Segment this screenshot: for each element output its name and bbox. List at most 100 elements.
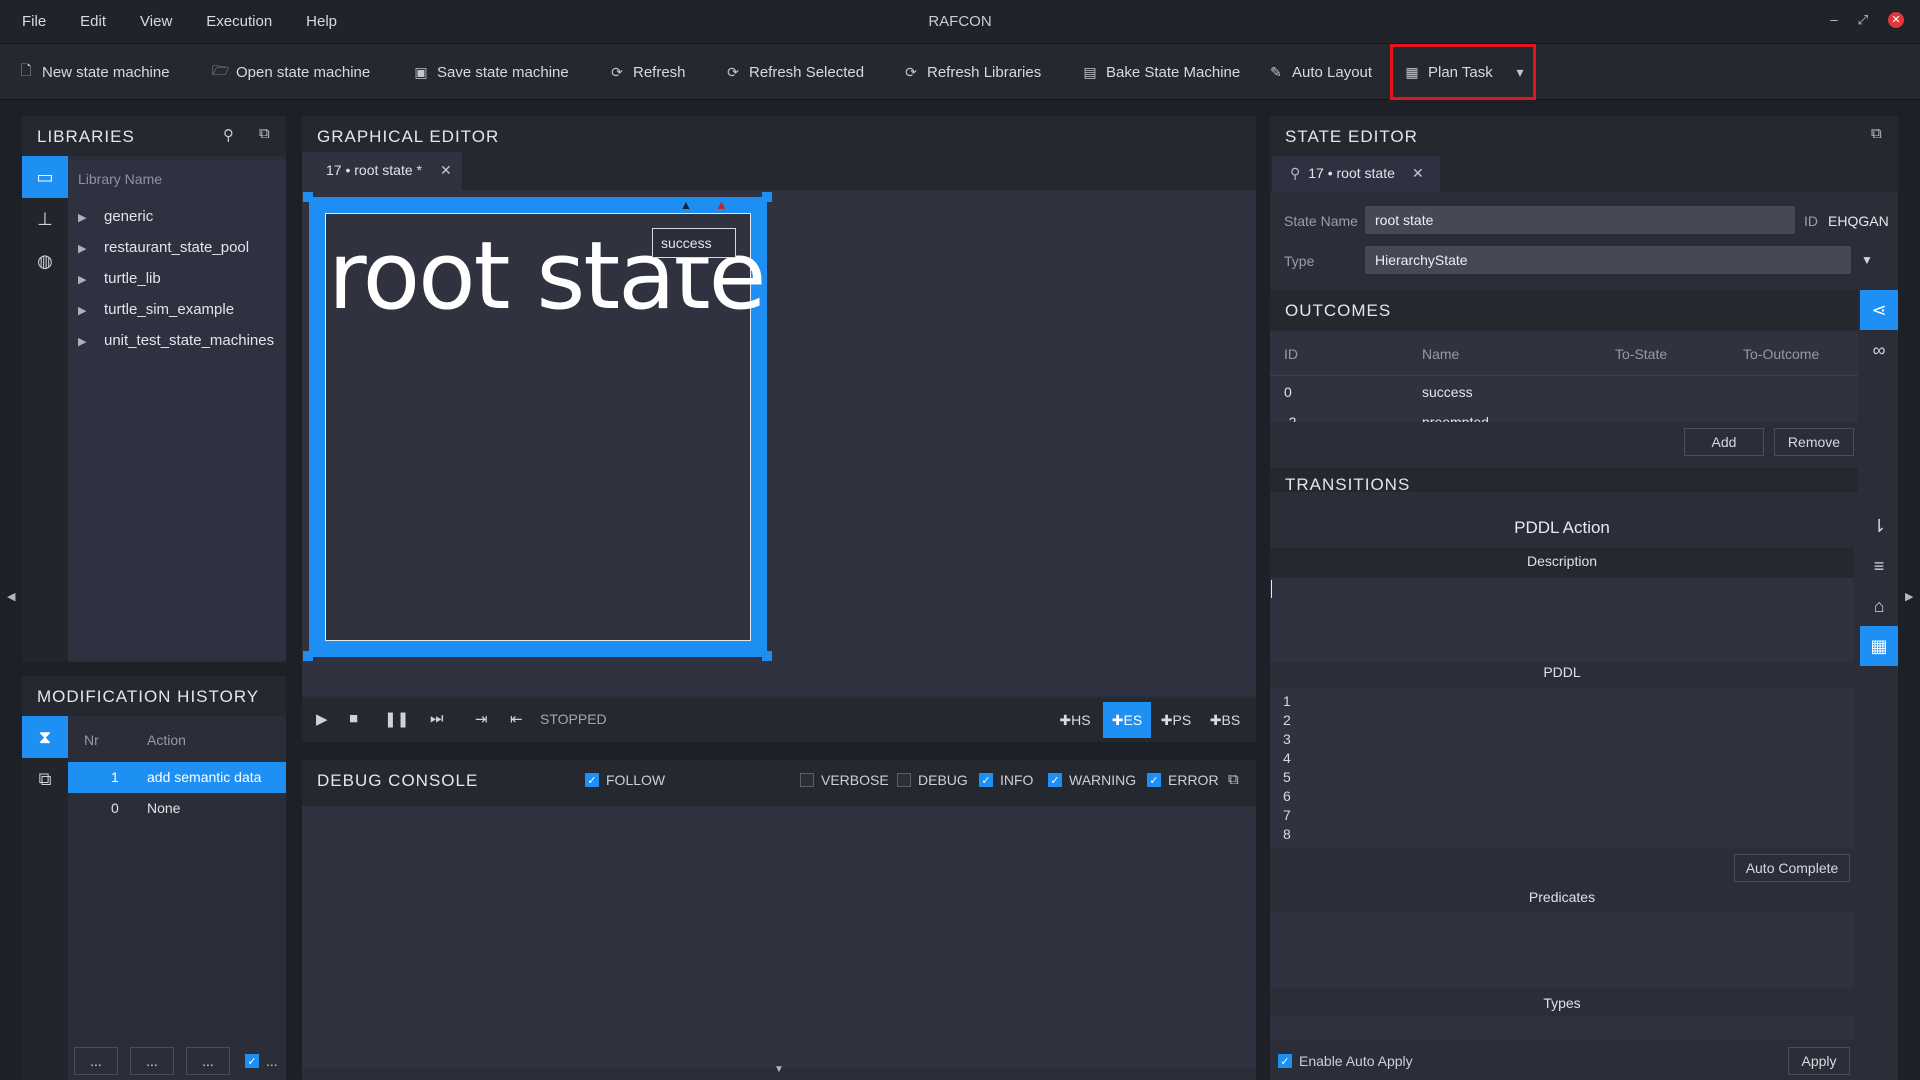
info-checkbox[interactable]: ✓ INFO	[979, 772, 1033, 788]
state-editor-tab[interactable]: ⚲ 17 • root state ✕	[1272, 156, 1440, 192]
library-item[interactable]: ▶ turtle_lib	[78, 270, 161, 287]
resize-handle-bl[interactable]	[303, 651, 313, 661]
apply-button[interactable]: Apply	[1788, 1047, 1850, 1075]
remove-outcome-button[interactable]: Remove	[1774, 428, 1854, 456]
step-out-icon[interactable]: ⇤	[510, 710, 523, 728]
execution-history-tab[interactable]: ⧉	[22, 758, 68, 800]
outcome-id-column[interactable]: ID	[1284, 346, 1298, 362]
warning-checkbox[interactable]: ✓ WARNING	[1048, 772, 1136, 788]
outcome-to-state-column[interactable]: To-State	[1615, 346, 1667, 362]
history-nr-column[interactable]: Nr	[84, 732, 99, 748]
outcome-to-outcome-column[interactable]: To-Outcome	[1743, 346, 1819, 362]
refresh-selected-button[interactable]: ⟳ Refresh Selected	[725, 61, 864, 83]
expander-icon[interactable]: ▶	[78, 304, 104, 317]
outcome-row-id[interactable]: 0	[1284, 384, 1292, 400]
auto-layout-button[interactable]: ✎ Auto Layout	[1268, 61, 1372, 83]
chevron-down-icon[interactable]: ▼	[1853, 246, 1881, 274]
pddl-label: PDDL	[1543, 664, 1581, 680]
state-tree-tab[interactable]: ⊥	[22, 198, 68, 240]
refresh-button[interactable]: ⟳ Refresh	[609, 61, 685, 83]
add-preemptive-state-button[interactable]: ✚ PS	[1155, 702, 1197, 738]
history-row[interactable]: 0 None	[68, 793, 286, 824]
income-port-icon[interactable]: ▲	[680, 198, 692, 212]
description-textarea[interactable]	[1270, 578, 1854, 662]
semantic-tab[interactable]: ⋖	[1860, 290, 1898, 330]
enable-auto-apply-checkbox[interactable]: ✓ Enable Auto Apply	[1278, 1053, 1413, 1069]
debug-checkbox[interactable]: DEBUG	[897, 772, 968, 788]
step-forward-icon[interactable]: ⏭	[430, 710, 444, 727]
step-into-icon[interactable]: ⇥	[475, 710, 488, 728]
add-barrier-state-button[interactable]: ✚ BS	[1202, 702, 1248, 738]
auto-complete-button[interactable]: Auto Complete	[1734, 854, 1850, 882]
state-type-select[interactable]: HierarchyState	[1365, 246, 1851, 274]
collapse-right-icon[interactable]: ▶	[1905, 590, 1913, 603]
pin-icon[interactable]: ⚲	[1290, 165, 1300, 181]
align-tab[interactable]: ≡	[1860, 546, 1898, 586]
library-item[interactable]: ▶ unit_test_state_machines	[78, 332, 274, 349]
undock-state-editor-icon[interactable]: ⧉	[1871, 125, 1882, 142]
follow-checkbox[interactable]: ✓ FOLLOW	[585, 772, 665, 788]
expander-icon[interactable]: ▶	[78, 335, 104, 348]
resize-handle-tl[interactable]	[303, 192, 313, 202]
library-item[interactable]: ▶ turtle_sim_example	[78, 301, 234, 318]
outcome-row-name[interactable]: preempted	[1422, 414, 1489, 422]
undock-console-icon[interactable]: ⧉	[1228, 771, 1239, 788]
types-textarea[interactable]	[1270, 1016, 1854, 1040]
undock-icon[interactable]: ⧉	[259, 125, 270, 142]
history-button-1[interactable]: ...	[74, 1047, 118, 1075]
restore-icon[interactable]: ⤢	[1858, 12, 1868, 28]
add-outcome-button[interactable]: Add	[1684, 428, 1764, 456]
close-icon[interactable]: ✕	[1888, 12, 1904, 28]
outcome-row-id[interactable]: -2	[1284, 414, 1296, 422]
pin-icon[interactable]: ⚲	[223, 126, 234, 144]
history-footer-checkbox[interactable]: ✓...	[245, 1053, 278, 1069]
sort-icon: ⇂	[1871, 515, 1887, 536]
resize-handle-tr[interactable]	[762, 192, 772, 202]
expander-icon[interactable]: ▶	[78, 242, 104, 255]
state-name-input[interactable]: root state	[1365, 206, 1795, 234]
sort-tab[interactable]: ⇂	[1860, 506, 1898, 546]
library-item[interactable]: ▶ generic	[78, 208, 153, 225]
add-execution-state-button[interactable]: ✚ ES	[1103, 702, 1151, 738]
library-tab[interactable]: ⌂	[1860, 586, 1898, 626]
outcome-row-name[interactable]: success	[1422, 384, 1473, 400]
linkage-tab[interactable]: ∞	[1860, 330, 1898, 370]
verbose-checkbox[interactable]: VERBOSE	[800, 772, 889, 788]
calculator-tab[interactable]: ▦	[1860, 626, 1898, 666]
expander-icon[interactable]: ▶	[78, 273, 104, 286]
stop-icon[interactable]: ■	[349, 710, 358, 727]
outcome-name-column[interactable]: Name	[1422, 346, 1459, 362]
close-tab-icon[interactable]: ✕	[440, 162, 452, 179]
library-book-tab[interactable]: ▭	[22, 156, 68, 198]
new-state-machine-button[interactable]: 🗋 New state machine	[18, 61, 169, 83]
outcome-success[interactable]: success	[652, 228, 736, 258]
refresh-libraries-button[interactable]: ⟳ Refresh Libraries	[903, 61, 1041, 83]
preempted-port-icon[interactable]: ▲	[715, 197, 728, 212]
history-button-3[interactable]: ...	[186, 1047, 230, 1075]
library-item[interactable]: ▶ restaurant_state_pool	[78, 239, 249, 256]
expander-icon[interactable]: ▶	[78, 211, 104, 224]
editor-tab-root-state[interactable]: 17 • root state * ✕	[302, 152, 462, 190]
open-state-machine-button[interactable]: 🗁 Open state machine	[212, 61, 370, 83]
global-variables-tab[interactable]: ◍	[22, 240, 68, 282]
history-button-2[interactable]: ...	[130, 1047, 174, 1075]
save-state-machine-button[interactable]: ▣ Save state machine	[413, 61, 568, 83]
minimize-icon[interactable]: –	[1830, 12, 1837, 28]
line-number: 6	[1283, 788, 1291, 804]
error-checkbox[interactable]: ✓ ERROR	[1147, 772, 1219, 788]
history-tab[interactable]: ⧗	[22, 716, 68, 758]
pause-icon[interactable]: ❚❚	[384, 710, 409, 728]
close-tab-icon[interactable]: ✕	[1412, 165, 1424, 182]
history-action-column[interactable]: Action	[147, 732, 186, 748]
library-name-column[interactable]: Library Name	[78, 171, 162, 187]
add-hierarchy-state-button[interactable]: ✚ HS	[1054, 702, 1096, 738]
pddl-code-editor[interactable]: 1 2 3 4 5 6 7 8 9	[1270, 688, 1854, 848]
collapse-left-icon[interactable]: ◀	[7, 590, 15, 603]
history-row[interactable]: 1 add semantic data	[68, 762, 286, 793]
bake-state-machine-button[interactable]: ▤ Bake State Machine	[1082, 61, 1240, 83]
resize-handle-br[interactable]	[762, 651, 772, 661]
debug-console-output[interactable]	[302, 806, 1256, 1068]
predicates-textarea[interactable]	[1270, 912, 1854, 988]
play-icon[interactable]: ▶	[316, 710, 328, 728]
collapse-bottom-icon[interactable]: ▼	[774, 1064, 784, 1075]
